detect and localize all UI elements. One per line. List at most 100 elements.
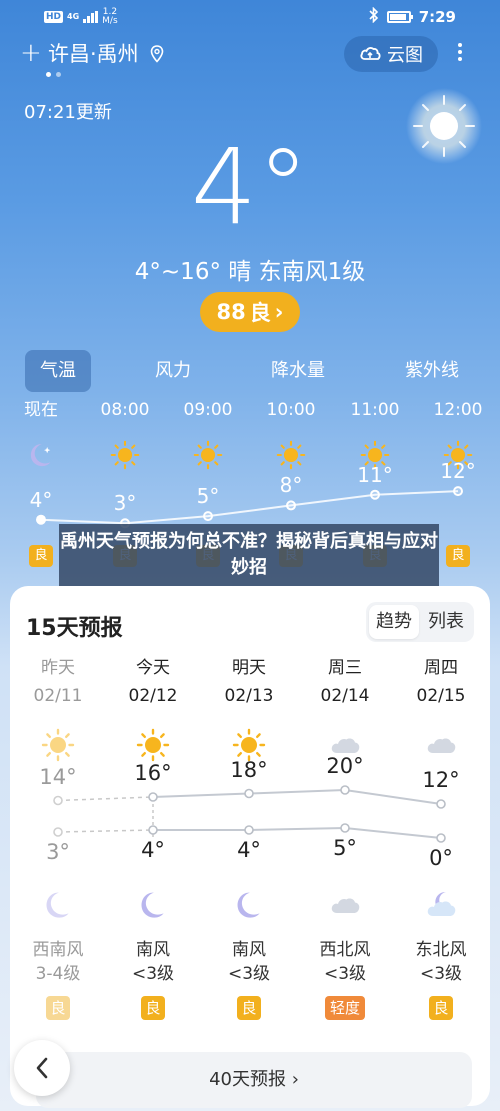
- hour-weather-icon: [26, 440, 56, 470]
- hour-temp-label: 11°: [357, 462, 393, 487]
- tab-temperature[interactable]: 气温: [25, 350, 91, 392]
- daily-high-line: [152, 788, 442, 805]
- day-weather-icon: [136, 728, 170, 762]
- day-wind: 西北风 <3级: [297, 938, 393, 986]
- weather-summary: 4°~16° 晴 东南风1级: [134, 259, 366, 285]
- air-quality-button[interactable]: 88 良 ›: [200, 292, 300, 332]
- more-menu-icon[interactable]: [452, 40, 468, 68]
- hourly-temp-point: [453, 486, 463, 497]
- day-aqi-badge: 良: [237, 996, 261, 1020]
- day-weather-icon: [424, 728, 458, 762]
- day-date: 02/14: [320, 686, 370, 706]
- daily-high-line-past-segment: [57, 796, 154, 802]
- moon-icon: [46, 892, 69, 918]
- day-aqi-badge: 良: [429, 996, 453, 1020]
- hour-time: 10:00: [266, 400, 316, 420]
- status-bar: HD 4G 1.2 M/s 7:29: [0, 0, 500, 34]
- day-date: 02/13: [224, 686, 274, 706]
- page-dot: [56, 72, 61, 77]
- day-aqi-badge: 良: [46, 996, 70, 1020]
- tab-uv[interactable]: 紫外线: [392, 350, 472, 392]
- day-wind: 南风 <3级: [105, 938, 201, 986]
- day-high-temp: 18°: [230, 757, 268, 782]
- hour-aqi-badge: 良: [446, 545, 470, 567]
- daily-low-line-point: [148, 825, 158, 835]
- view-toggle: 趋势 列表: [366, 602, 474, 642]
- update-time: 07:21更新: [24, 102, 112, 123]
- wind-level: 3-4级: [35, 964, 81, 984]
- wind-direction: 南风: [136, 940, 170, 960]
- page-dot-active: [46, 72, 51, 77]
- tab-wind[interactable]: 风力: [140, 350, 206, 392]
- add-city-button[interactable]: +: [20, 38, 42, 68]
- wind-level: <3级: [323, 964, 367, 984]
- day-date: 02/15: [416, 686, 466, 706]
- sun-icon: [276, 440, 306, 470]
- current-temperature: 4°: [190, 126, 310, 248]
- toggle-trend[interactable]: 趋势: [369, 605, 419, 639]
- day-column[interactable]: 今天 02/12: [105, 656, 201, 762]
- hourly-temp-point: [36, 514, 46, 525]
- day-low-temp: 3°: [46, 840, 70, 864]
- hour-column: 08:00: [85, 398, 165, 470]
- hour-weather-icon: [276, 440, 306, 470]
- cloud-map-icon: [360, 47, 381, 60]
- day-name: 今天: [136, 658, 170, 678]
- daily-high-line-point: [436, 799, 446, 809]
- cloud-moon-icon: [427, 892, 456, 916]
- hour-temp-label: 12°: [440, 459, 476, 484]
- day-wind: 东北风 <3级: [393, 938, 489, 986]
- sun-icon: [41, 728, 75, 762]
- day-low-temp: 5°: [333, 836, 357, 860]
- sun-icon: [110, 440, 140, 470]
- day-column[interactable]: 昨天 02/11: [10, 656, 106, 762]
- moon-icon: [237, 892, 260, 918]
- moon-icon: [30, 444, 51, 467]
- hourly-temp-point: [203, 511, 213, 522]
- toggle-list[interactable]: 列表: [421, 605, 471, 639]
- day-name: 明天: [232, 658, 266, 678]
- wind-direction: 西南风: [32, 940, 84, 960]
- day-column[interactable]: 明天 02/13: [201, 656, 297, 762]
- day-low-temp: 4°: [141, 838, 165, 862]
- hd-badge: HD: [44, 11, 64, 23]
- wind-direction: 南风: [232, 940, 266, 960]
- forecast-title: 15天预报: [26, 616, 123, 641]
- day-column[interactable]: 周三 02/14: [297, 656, 393, 762]
- day-aqi-badge: 良: [141, 996, 165, 1020]
- daily-low-line-past-segment: [57, 829, 154, 833]
- top-bar: + 许昌·禹州 云图: [0, 36, 500, 77]
- night-weather-icon: [136, 888, 170, 922]
- hour-temp-label: 4°: [29, 487, 53, 512]
- day-high-temp: 16°: [134, 761, 172, 785]
- network-speed: 1.2 M/s: [102, 8, 118, 26]
- hour-column: 11:00: [335, 398, 415, 470]
- hour-temp-label: 3°: [113, 491, 137, 516]
- bluetooth-icon: [369, 6, 379, 27]
- cloud-map-button[interactable]: 云图: [344, 36, 438, 72]
- forty-day-forecast-button[interactable]: 40天预报 ›: [36, 1052, 472, 1108]
- network-type: 4G: [67, 12, 80, 21]
- day-high-temp: 12°: [422, 768, 460, 792]
- back-button[interactable]: [14, 1040, 70, 1096]
- night-weather-icon: [424, 888, 458, 922]
- wind-level: <3级: [227, 964, 271, 984]
- hour-weather-icon: [110, 440, 140, 470]
- location-title[interactable]: 许昌·禹州: [48, 40, 139, 68]
- hour-time: 09:00: [183, 400, 233, 420]
- night-weather-icon: [41, 888, 75, 922]
- hour-column: 现在: [1, 398, 81, 470]
- cloud-map-label: 云图: [387, 45, 423, 66]
- location-pin-icon: [150, 45, 164, 63]
- hour-time: 现在: [24, 400, 58, 420]
- hour-time: 12:00: [433, 400, 483, 420]
- status-right: 7:29: [369, 6, 456, 27]
- day-column[interactable]: 周四 02/15: [393, 656, 489, 762]
- signal-icon: [83, 11, 99, 23]
- aqi-level: 良: [249, 301, 271, 325]
- tab-precipitation[interactable]: 降水量: [258, 350, 338, 392]
- day-high-temp: 20°: [326, 754, 364, 778]
- news-headline[interactable]: 禹州天气预报为何总不准？揭秘背后真相与应对妙招: [59, 524, 439, 586]
- hour-time: 11:00: [350, 400, 400, 420]
- day-aqi-badge: 轻度: [325, 996, 365, 1020]
